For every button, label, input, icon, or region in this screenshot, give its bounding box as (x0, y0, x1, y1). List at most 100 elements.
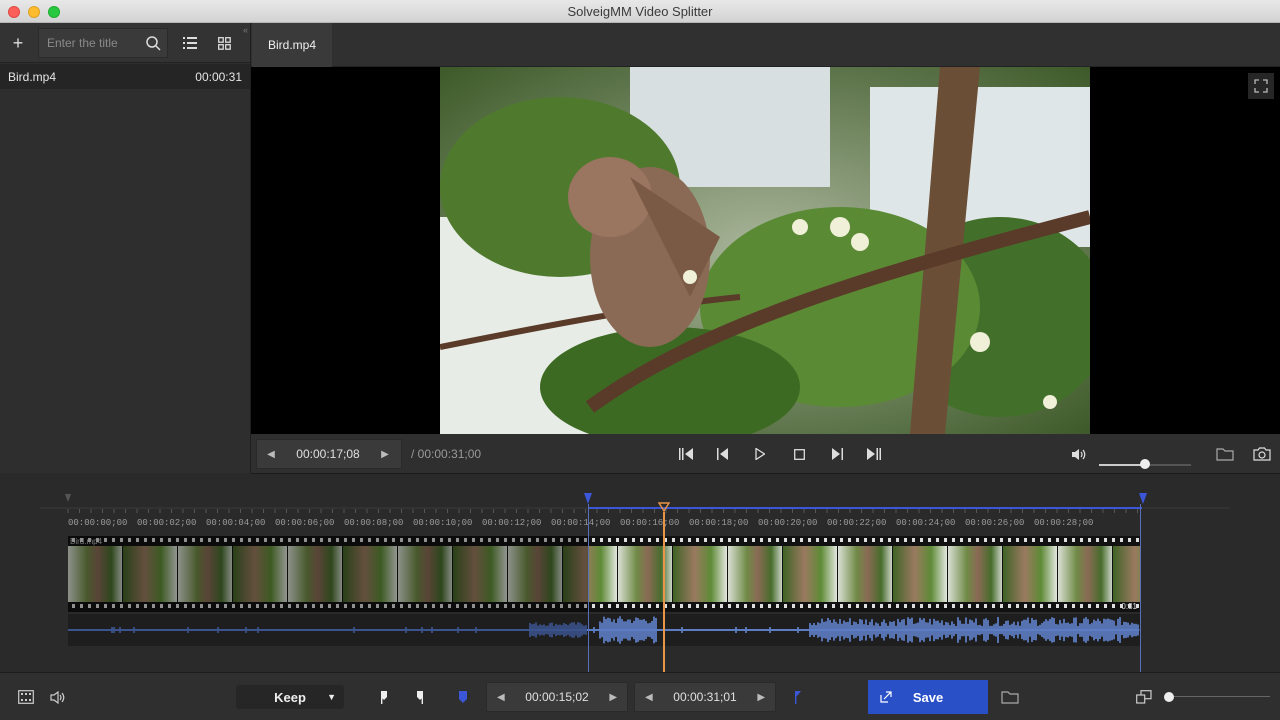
sprocket-hole (952, 604, 955, 608)
previous-frame-icon (717, 448, 728, 460)
sprocket-hole (936, 538, 939, 542)
sprocket-hole (896, 538, 899, 542)
file-list-item[interactable]: Bird.mp4 00:00:31 (0, 64, 250, 89)
sprocket-hole (680, 604, 683, 608)
plus-icon: + (12, 32, 24, 53)
video-thumbnail (1113, 546, 1140, 602)
save-label: Save (912, 689, 944, 705)
sprocket-hole (840, 538, 843, 542)
sprocket-hole (752, 604, 755, 608)
playhead-line[interactable] (663, 512, 665, 672)
sprocket-hole (976, 604, 979, 608)
in-marker-time[interactable]: 00:00:15;02 (515, 690, 600, 704)
sprocket-hole (648, 538, 651, 542)
ruler-label: 00:00:08;00 (344, 518, 404, 528)
set-in-marker-button[interactable] (374, 687, 394, 707)
sprocket-hole (640, 538, 643, 542)
ruler-label: 00:00:10;00 (413, 518, 473, 528)
bird-video-frame (440, 67, 1090, 434)
fullscreen-button[interactable] (1248, 73, 1274, 99)
play-button[interactable] (750, 444, 770, 464)
time-forward-arrow[interactable]: ▶ (371, 449, 399, 460)
audio-track[interactable] (67, 614, 1140, 646)
out-time-back-arrow[interactable]: ◀ (635, 692, 663, 703)
sprocket-hole (640, 604, 643, 608)
search-input[interactable] (39, 36, 134, 50)
total-duration: / 00:00:31;00 (411, 447, 482, 461)
snapshot-button[interactable] (1251, 444, 1273, 464)
go-to-start-button[interactable] (676, 444, 696, 464)
title-bar: SolveigMM Video Splitter (0, 0, 1280, 23)
selection-end-marker[interactable] (1139, 493, 1147, 504)
go-to-end-button[interactable] (864, 444, 884, 464)
film-icon (18, 690, 34, 704)
sprocket-hole (624, 604, 627, 608)
sprocket-hole (1000, 604, 1003, 608)
list-view-button[interactable] (180, 33, 200, 53)
collapse-panel-icon[interactable]: « (243, 25, 248, 35)
tab-bird-mp4[interactable]: Bird.mp4 (252, 23, 332, 67)
previous-frame-button[interactable] (713, 444, 733, 464)
folder-icon (1216, 448, 1234, 461)
zoom-slider[interactable] (1164, 691, 1270, 703)
set-out-marker-button[interactable] (410, 687, 430, 707)
keep-cut-mode-select[interactable]: Keep ▼ (236, 685, 344, 709)
video-thumbnail (783, 546, 837, 602)
current-time[interactable]: 00:00:17;08 (285, 447, 371, 461)
sprocket-hole (1072, 538, 1075, 542)
add-file-button[interactable]: + (8, 33, 28, 53)
volume-slider-track (1145, 464, 1191, 466)
timeline[interactable]: 00:00:00;00 00:00:02;00 00:00:04;00 00:00:0… (0, 474, 1280, 672)
go-to-in-marker-button[interactable] (453, 687, 473, 707)
sprocket-hole (632, 538, 635, 542)
in-time-back-arrow[interactable]: ◀ (487, 692, 515, 703)
sprocket-hole (1128, 538, 1131, 542)
grid-view-button[interactable] (214, 33, 234, 53)
sprocket-hole (1024, 604, 1027, 608)
time-back-arrow[interactable]: ◀ (257, 449, 285, 460)
sprocket-hole (744, 538, 747, 542)
video-frame (440, 67, 1090, 434)
zoom-fit-button[interactable] (1134, 687, 1154, 707)
sprocket-hole (1016, 538, 1019, 542)
timeline-start-marker[interactable] (65, 494, 71, 502)
video-track[interactable]: Bird.mp4 0:31 (68, 536, 1140, 612)
ruler-label: 00:00:04;00 (206, 518, 266, 528)
sprocket-hole (968, 538, 971, 542)
sprocket-hole (1136, 538, 1139, 542)
sprocket-hole (592, 538, 595, 542)
next-frame-button[interactable] (827, 444, 847, 464)
sprocket-hole (688, 538, 691, 542)
window-title: SolveigMM Video Splitter (567, 4, 713, 19)
volume-slider[interactable] (1099, 446, 1191, 469)
sprocket-hole (960, 538, 963, 542)
out-time-forward-arrow[interactable]: ▶ (747, 692, 775, 703)
list-icon (183, 37, 197, 49)
sprocket-hole (1104, 538, 1107, 542)
skip-to-start-icon (679, 448, 693, 460)
zoom-slider-knob[interactable] (1164, 692, 1174, 702)
video-track-toggle-button[interactable] (16, 687, 36, 707)
file-duration: 00:00:31 (195, 69, 242, 84)
audio-track-toggle-button[interactable] (48, 687, 68, 707)
in-time-forward-arrow[interactable]: ▶ (599, 692, 627, 703)
sprocket-hole (880, 538, 883, 542)
volume-slider-knob[interactable] (1140, 459, 1150, 469)
sprocket-hole (656, 538, 659, 542)
save-button[interactable]: Save (868, 680, 988, 714)
search-button[interactable] (143, 33, 163, 53)
out-marker-time[interactable]: 00:00:31;01 (663, 690, 748, 704)
ruler-label: 00:00:20;00 (758, 518, 818, 528)
sprocket-hole (864, 538, 867, 542)
bottom-toolbar: Keep ▼ ◀ 00:00:15;02 ▶ ◀ 00:00:31;01 ▶ S… (0, 672, 1280, 720)
open-folder-button[interactable] (1214, 444, 1236, 464)
sprocket-hole (1056, 604, 1059, 608)
sprocket-hole (1056, 538, 1059, 542)
output-folder-button[interactable] (999, 687, 1021, 707)
sprocket-hole (848, 538, 851, 542)
stop-button[interactable] (789, 444, 809, 464)
selection-start-marker[interactable] (584, 493, 592, 504)
mute-button[interactable] (1069, 444, 1089, 464)
go-to-out-marker-button[interactable] (787, 687, 807, 707)
sprocket-hole (752, 538, 755, 542)
